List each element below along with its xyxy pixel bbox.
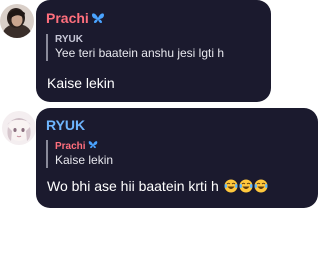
author-name[interactable]: Prachi (46, 10, 89, 26)
laughing-tears-emoji (239, 179, 253, 196)
butterfly-icon (91, 11, 105, 27)
quote-author-name: Prachi (55, 141, 86, 152)
message-text: Kaise lekin (47, 75, 115, 91)
message-bubble[interactable]: RYUK Prachi Kaise lekin Wo bhi ase hii b… (36, 108, 318, 208)
laughing-tears-emoji (224, 179, 238, 196)
quote-text: Kaise lekin (55, 153, 114, 167)
laughing-tears-emoji (254, 179, 268, 196)
butterfly-icon (88, 141, 98, 152)
reply-quote[interactable]: Prachi Kaise lekin (46, 140, 113, 168)
message-bubble[interactable]: Prachi RYUK Yee teri baatein anshu jesi … (36, 0, 271, 102)
message-author[interactable]: RYUK (46, 117, 85, 133)
reply-quote[interactable]: RYUK Yee teri baatein anshu jesi lgti h (46, 34, 224, 61)
quote-author: RYUK (55, 34, 83, 45)
avatar-prachi[interactable] (0, 4, 34, 38)
avatar-prachi-image (0, 4, 34, 38)
quote-author: Prachi (55, 140, 113, 153)
avatar-ryuk-image (2, 111, 36, 145)
quote-text: Yee teri baatein anshu jesi lgti h (55, 46, 225, 60)
message-text-content: Wo bhi ase hii baatein krti h (47, 178, 219, 194)
message-text: Wo bhi ase hii baatein krti h (47, 178, 268, 196)
avatar-ryuk[interactable] (2, 111, 36, 145)
message-author[interactable]: Prachi (46, 10, 105, 27)
author-name[interactable]: RYUK (46, 117, 85, 133)
